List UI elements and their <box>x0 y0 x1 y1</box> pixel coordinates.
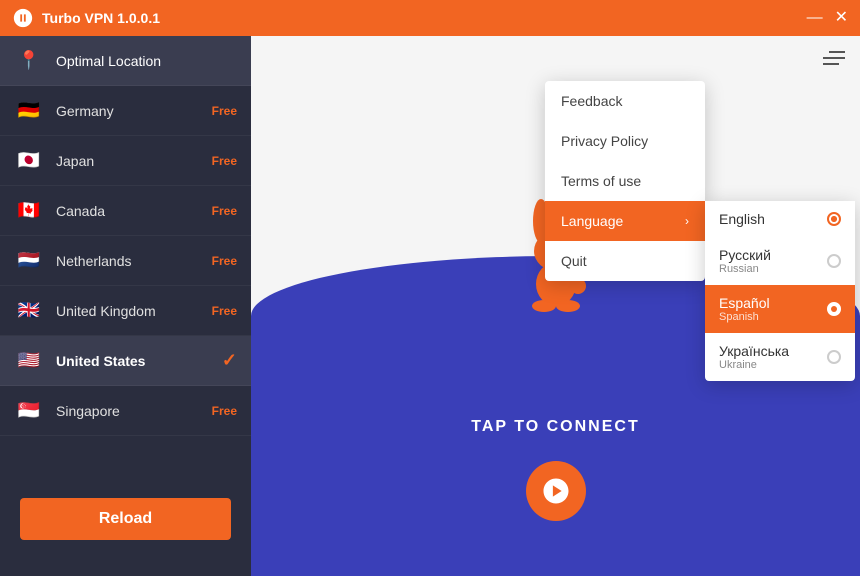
lang-item-ukrainian[interactable]: Українська Ukraine <box>705 333 855 381</box>
lang-text: Español Spanish <box>719 295 770 323</box>
free-badge: Free <box>212 204 237 218</box>
close-button[interactable]: ✕ <box>835 10 848 26</box>
sidebar-item-label: Canada <box>56 203 212 219</box>
free-badge: Free <box>212 154 237 168</box>
lang-text: Українська Ukraine <box>719 343 789 371</box>
menu-item-feedback[interactable]: Feedback <box>545 81 705 121</box>
free-badge: Free <box>212 404 237 418</box>
flag-uk: 🇬🇧 <box>14 296 44 326</box>
sidebar-item-canada[interactable]: 🇨🇦 Canada Free <box>0 186 251 236</box>
content-area: Feedback Privacy Policy Terms of use Lan… <box>251 36 860 576</box>
chevron-right-icon: › <box>685 214 689 228</box>
reload-button[interactable]: Reload <box>20 498 231 540</box>
free-badge: Free <box>212 304 237 318</box>
sidebar-item-us[interactable]: 🇺🇸 United States ✓ <box>0 336 251 386</box>
title-bar: Turbo VPN 1.0.0.1 — ✕ <box>0 0 860 36</box>
flag-singapore: 🇸🇬 <box>14 396 44 426</box>
menu-item-quit[interactable]: Quit <box>545 241 705 281</box>
sidebar-item-label: Netherlands <box>56 253 212 269</box>
lang-radio-spanish <box>827 302 841 316</box>
lang-item-english[interactable]: English <box>705 201 855 237</box>
lang-item-spanish[interactable]: Español Spanish <box>705 285 855 333</box>
menu-button[interactable] <box>823 51 845 65</box>
menu-item-terms[interactable]: Terms of use <box>545 161 705 201</box>
lang-text: Русский Russian <box>719 247 771 275</box>
menu-item-language[interactable]: Language › English Русский <box>545 201 705 241</box>
sidebar-item-label: Japan <box>56 153 212 169</box>
lang-radio-english <box>827 212 841 226</box>
menu-item-privacy[interactable]: Privacy Policy <box>545 121 705 161</box>
flag-us: 🇺🇸 <box>14 346 44 376</box>
sidebar-item-japan[interactable]: 🇯🇵 Japan Free <box>0 136 251 186</box>
menu-line <box>823 57 845 59</box>
main-layout: 📍 Optimal Location 🇩🇪 Germany Free 🇯🇵 Ja… <box>0 36 860 576</box>
lang-text: English <box>719 211 765 227</box>
sidebar: 📍 Optimal Location 🇩🇪 Germany Free 🇯🇵 Ja… <box>0 36 251 576</box>
connect-button[interactable] <box>526 461 586 521</box>
menu-line <box>829 51 845 53</box>
app-logo <box>12 7 34 29</box>
sidebar-item-label: Germany <box>56 103 212 119</box>
window-controls: — ✕ <box>807 10 848 26</box>
sidebar-item-germany[interactable]: 🇩🇪 Germany Free <box>0 86 251 136</box>
location-pin-icon: 📍 <box>14 46 44 76</box>
flag-germany: 🇩🇪 <box>14 96 44 126</box>
sidebar-item-label: United Kingdom <box>56 303 212 319</box>
lang-radio-ukrainian <box>827 350 841 364</box>
sidebar-item-uk[interactable]: 🇬🇧 United Kingdom Free <box>0 286 251 336</box>
flag-japan: 🇯🇵 <box>14 146 44 176</box>
tap-to-connect-text: TAP TO CONNECT <box>251 418 860 436</box>
lang-item-russian[interactable]: Русский Russian <box>705 237 855 285</box>
sidebar-item-optimal[interactable]: 📍 Optimal Location <box>0 36 251 86</box>
sidebar-item-netherlands[interactable]: 🇳🇱 Netherlands Free <box>0 236 251 286</box>
language-submenu: English Русский Russian <box>705 201 855 381</box>
lang-radio-russian <box>827 254 841 268</box>
free-badge: Free <box>212 104 237 118</box>
flag-netherlands: 🇳🇱 <box>14 246 44 276</box>
sidebar-item-label: Optimal Location <box>56 53 237 69</box>
free-badge: Free <box>212 254 237 268</box>
app-title: Turbo VPN 1.0.0.1 <box>42 10 807 26</box>
selected-check-icon: ✓ <box>222 350 237 371</box>
flag-canada: 🇨🇦 <box>14 196 44 226</box>
minimize-button[interactable]: — <box>807 10 823 26</box>
menu-line <box>823 63 839 65</box>
dropdown-menu: Feedback Privacy Policy Terms of use Lan… <box>545 81 705 281</box>
sidebar-item-label: Singapore <box>56 403 212 419</box>
sidebar-item-singapore[interactable]: 🇸🇬 Singapore Free <box>0 386 251 436</box>
sidebar-item-label: United States <box>56 353 222 369</box>
